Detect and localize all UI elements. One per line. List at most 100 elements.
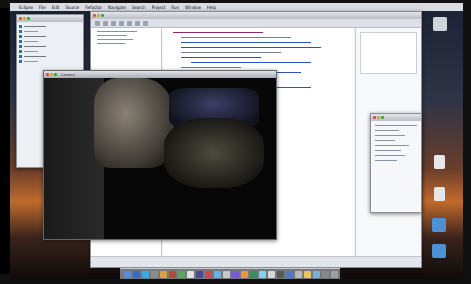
dock-app-icon[interactable] [214, 270, 221, 278]
zoom-button[interactable] [54, 73, 57, 76]
close-button[interactable] [373, 116, 376, 119]
dock-app-icon[interactable] [322, 270, 329, 278]
item-label [24, 41, 38, 42]
dock-app-icon[interactable] [268, 270, 275, 278]
code-line [191, 62, 311, 63]
code-line [181, 37, 291, 38]
tree-item[interactable] [97, 43, 125, 44]
tree-item[interactable] [97, 39, 133, 40]
item-label [24, 56, 46, 57]
menu-item-app[interactable]: Eclipse [19, 5, 33, 10]
item-icon [19, 35, 22, 38]
dock-app-icon[interactable] [277, 270, 284, 278]
dock-app-icon[interactable] [241, 270, 248, 278]
dock-app-icon[interactable] [151, 270, 158, 278]
new-icon[interactable] [95, 20, 100, 26]
dock-app-icon[interactable] [124, 270, 131, 278]
list-item[interactable] [375, 130, 399, 131]
folder-icon[interactable] [432, 218, 446, 232]
minimize-button[interactable] [50, 73, 53, 76]
document-icon[interactable] [434, 187, 445, 201]
dock-app-icon[interactable] [295, 270, 302, 278]
camera-window: Camera [43, 70, 277, 240]
dock-app-icon[interactable] [304, 270, 311, 278]
outline-view[interactable] [360, 32, 417, 74]
drive-icon[interactable] [433, 17, 447, 31]
dock-app-icon[interactable] [313, 270, 320, 278]
code-line [181, 67, 241, 68]
zoom-button[interactable] [101, 14, 104, 17]
search-icon[interactable] [127, 20, 132, 26]
close-button[interactable] [93, 14, 96, 17]
dock-app-icon[interactable] [286, 270, 293, 278]
dock-app-icon[interactable] [196, 270, 203, 278]
debug-icon[interactable] [111, 20, 116, 26]
minimize-button[interactable] [377, 116, 380, 119]
menu-item-source[interactable]: Source [66, 5, 80, 10]
minimize-button[interactable] [97, 14, 100, 17]
dock-app-icon[interactable] [232, 270, 239, 278]
dock-app-icon[interactable] [160, 270, 167, 278]
properties-window [370, 113, 422, 213]
dock-app-icon[interactable] [142, 270, 149, 278]
item-icon [19, 55, 22, 58]
item-label [24, 61, 38, 62]
item-icon [19, 60, 22, 63]
menu-item-refactor[interactable]: Refactor [85, 5, 102, 10]
dock-app-icon[interactable] [133, 270, 140, 278]
minimize-button[interactable] [23, 17, 26, 20]
folder-icon[interactable] [432, 244, 446, 258]
close-button[interactable] [19, 17, 22, 20]
camera-window-title: Camera [61, 72, 75, 77]
dock-app-icon[interactable] [205, 270, 212, 278]
dock-app-icon[interactable] [331, 270, 338, 278]
dock-app-icon[interactable] [250, 270, 257, 278]
ide-status-bar [91, 256, 421, 267]
dock-app-icon[interactable] [259, 270, 266, 278]
document-icon[interactable] [434, 155, 445, 169]
dock-app-icon[interactable] [223, 270, 230, 278]
menu-item-run[interactable]: Run [171, 5, 179, 10]
zoom-button[interactable] [27, 17, 30, 20]
menu-item-edit[interactable]: Edit [52, 5, 60, 10]
item-icon [19, 45, 22, 48]
close-button[interactable] [46, 73, 49, 76]
menu-item-window[interactable]: Window [185, 5, 201, 10]
dock-app-icon[interactable] [169, 270, 176, 278]
menu-item-file[interactable]: File [39, 5, 46, 10]
menu-item-search[interactable]: Search [132, 5, 146, 10]
dock-app-icon[interactable] [187, 270, 194, 278]
forward-icon[interactable] [143, 20, 148, 26]
menu-item-navigate[interactable]: Navigate [108, 5, 126, 10]
code-line [181, 42, 311, 43]
code-line [181, 57, 261, 58]
menu-item-project[interactable]: Project [152, 5, 166, 10]
run-icon[interactable] [119, 20, 124, 26]
zoom-button[interactable] [381, 116, 384, 119]
save-icon[interactable] [103, 20, 108, 26]
video-region [164, 118, 264, 188]
list-item[interactable] [375, 160, 397, 161]
list-item[interactable] [375, 155, 405, 156]
camera-titlebar[interactable]: Camera [44, 71, 276, 78]
list-item[interactable] [19, 59, 81, 64]
code-line [181, 52, 281, 53]
list-item[interactable] [375, 135, 405, 136]
item-icon [19, 25, 22, 28]
back-icon[interactable] [135, 20, 140, 26]
properties-titlebar[interactable] [371, 114, 421, 121]
list-item[interactable] [375, 145, 409, 146]
tree-item[interactable] [97, 35, 127, 36]
sidebar-window-titlebar[interactable] [17, 15, 83, 22]
dock-app-icon[interactable] [178, 270, 185, 278]
list-item[interactable] [375, 140, 395, 141]
list-item[interactable] [375, 125, 417, 126]
video-region [94, 78, 174, 168]
list-item[interactable] [375, 150, 401, 151]
menu-item-help[interactable]: Help [207, 5, 216, 10]
ide-titlebar[interactable] [91, 12, 421, 19]
item-icon [19, 50, 22, 53]
menu-bar: Eclipse File Edit Source Refactor Naviga… [10, 3, 463, 11]
item-icon [19, 40, 22, 43]
tree-item[interactable] [97, 31, 137, 32]
